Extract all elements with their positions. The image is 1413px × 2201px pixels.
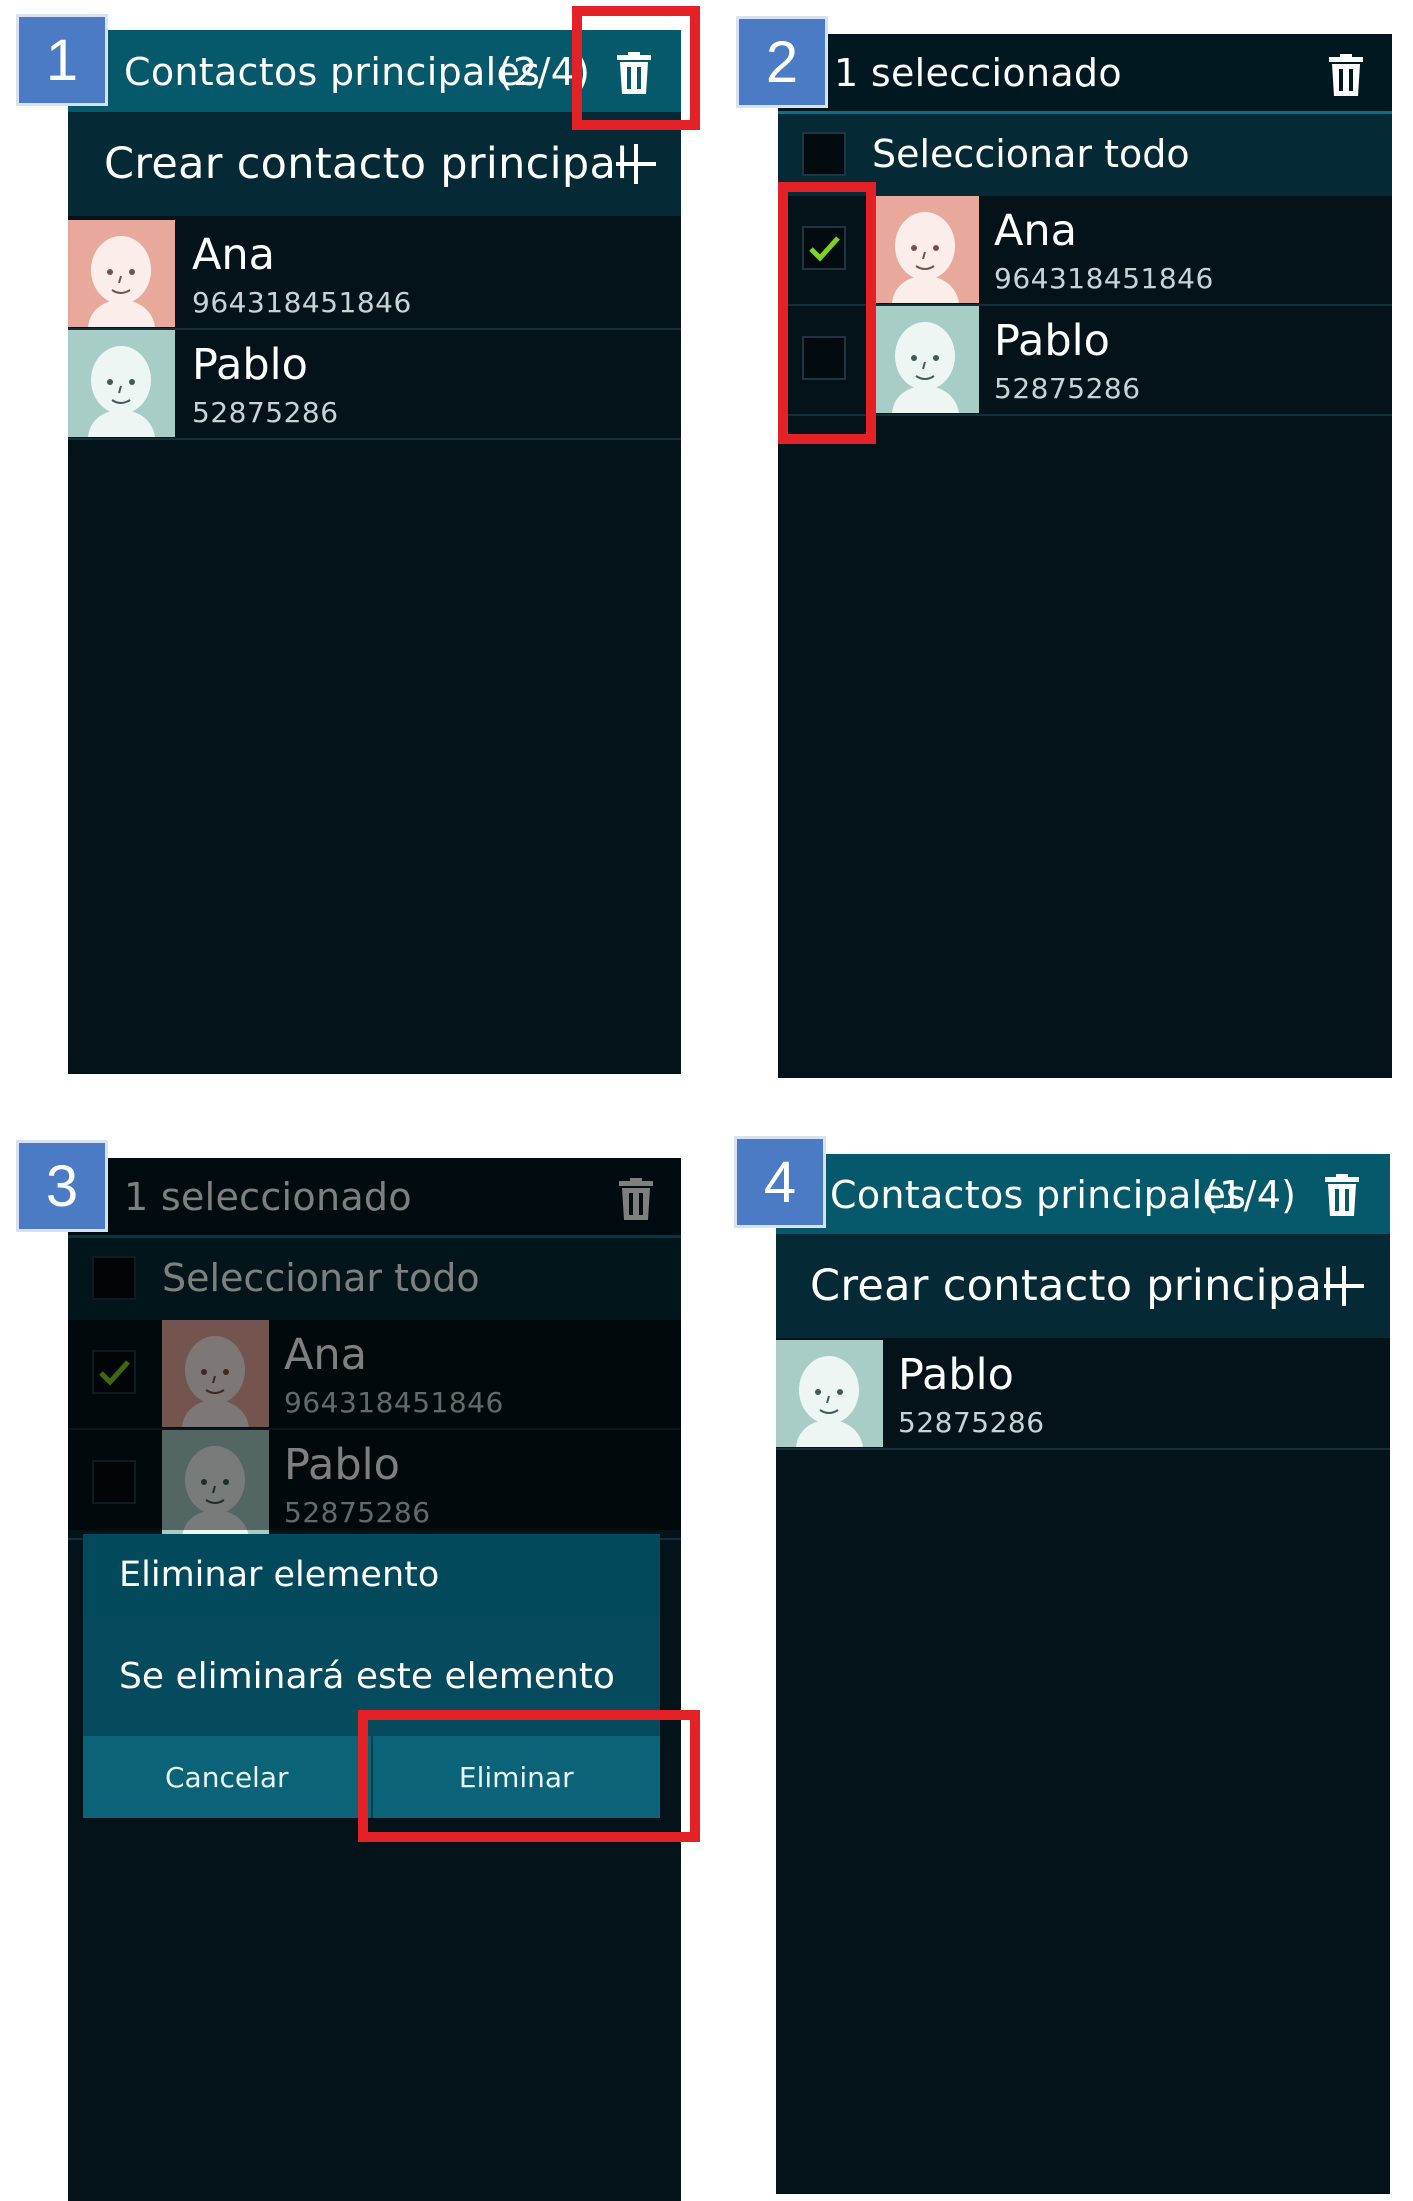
contact-name: Pablo — [192, 340, 308, 390]
screen-4: Contactos principales (1/4) Crear contac… — [776, 1154, 1390, 2194]
step-number-badge: 3 — [16, 1140, 108, 1232]
select-all-label: Seleccionar todo — [872, 132, 1190, 176]
create-contact-label: Crear contacto principal — [104, 139, 629, 189]
highlight-box — [572, 6, 700, 130]
create-contact-row[interactable]: Crear contacto principal — [776, 1234, 1390, 1338]
contact-count: (1/4) — [1204, 1173, 1297, 1217]
screen-title: Contactos principales — [124, 50, 541, 94]
trash-icon[interactable] — [1324, 1174, 1360, 1216]
select-all-checkbox[interactable] — [802, 132, 846, 176]
dim-overlay — [68, 1158, 681, 1530]
contact-number: 964318451846 — [994, 262, 1214, 295]
dialog-title: Eliminar elemento — [83, 1534, 660, 1616]
contact-number: 52875286 — [994, 372, 1141, 405]
action-bar: 1 seleccionado — [778, 34, 1392, 114]
step-number-badge: 2 — [736, 16, 828, 108]
highlight-box — [358, 1710, 700, 1842]
screen-3: 1 seleccionado Seleccionar todo Ana 9643… — [68, 1158, 681, 2201]
contact-row-ana[interactable]: Ana 964318451846 — [68, 220, 681, 330]
screen-1: Contactos principales (2/4) Crear contac… — [68, 30, 681, 1074]
avatar-icon — [776, 1340, 883, 1447]
avatar-icon — [68, 220, 175, 327]
contact-row-pablo[interactable]: Pablo 52875286 — [68, 330, 681, 440]
contact-number: 52875286 — [192, 396, 339, 429]
avatar-icon — [68, 330, 175, 437]
contact-name: Ana — [192, 230, 276, 280]
contact-name: Pablo — [898, 1350, 1014, 1400]
create-contact-label: Crear contacto principal — [810, 1261, 1335, 1311]
avatar-icon — [872, 196, 979, 303]
action-bar: Contactos principales (1/4) — [776, 1154, 1390, 1236]
contact-number: 52875286 — [898, 1406, 1045, 1439]
contact-number: 964318451846 — [192, 286, 412, 319]
step-number-badge: 4 — [734, 1136, 826, 1228]
screen-title: Contactos principales — [830, 1173, 1247, 1217]
step-number-badge: 1 — [16, 14, 108, 106]
plus-icon[interactable] — [616, 144, 656, 184]
selection-count-title: 1 seleccionado — [834, 50, 1122, 95]
avatar-icon — [872, 306, 979, 413]
contact-name: Pablo — [994, 316, 1110, 366]
highlight-box — [778, 182, 876, 444]
plus-icon[interactable] — [1324, 1266, 1364, 1306]
contact-row-pablo[interactable]: Pablo 52875286 — [776, 1340, 1390, 1450]
cancel-button[interactable]: Cancelar — [83, 1736, 371, 1818]
trash-icon[interactable] — [1328, 54, 1364, 96]
contact-name: Ana — [994, 206, 1078, 256]
